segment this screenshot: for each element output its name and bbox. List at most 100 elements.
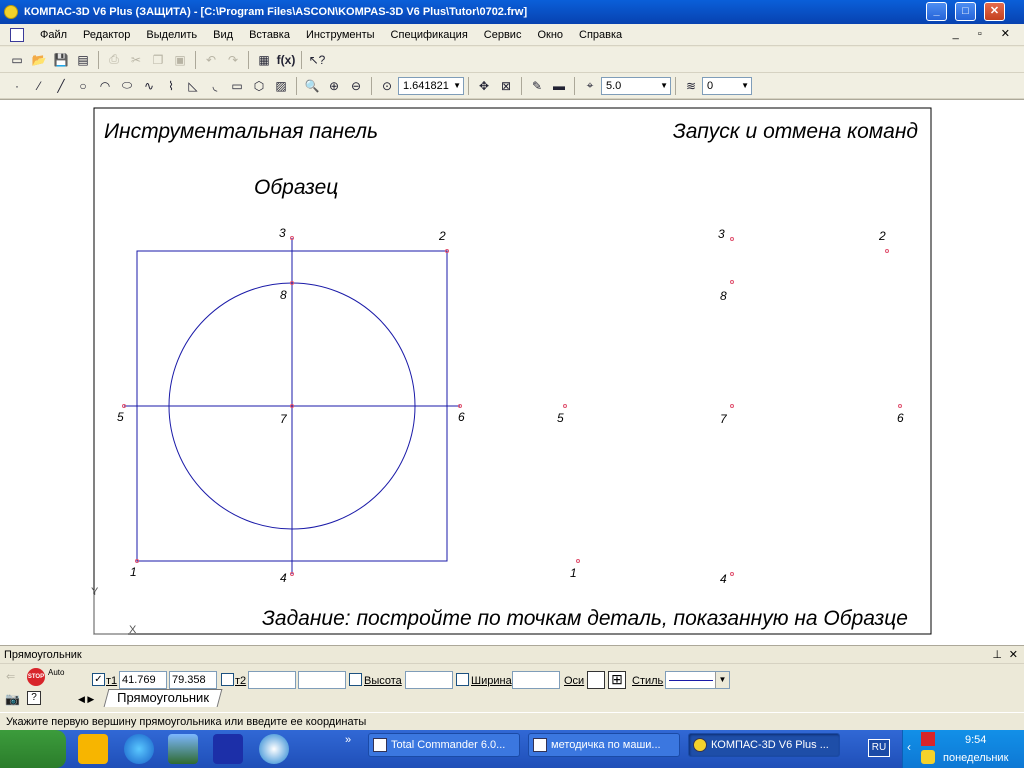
camera-icon[interactable]: 📷 — [5, 692, 20, 706]
variables-icon[interactable]: ▦ — [254, 50, 274, 70]
menu-file[interactable]: Файл — [32, 29, 75, 41]
auto-icon[interactable]: Auto — [48, 668, 68, 677]
tab-scroll-arrows[interactable]: ◀ ▶ — [78, 694, 94, 705]
drawing-canvas[interactable]: Инструментальная панель Запуск и отмена … — [0, 99, 1024, 646]
height-checkbox[interactable] — [349, 673, 362, 686]
menu-select[interactable]: Выделить — [138, 29, 205, 41]
menu-view[interactable]: Вид — [205, 29, 241, 41]
new-icon[interactable]: ▭ — [7, 50, 27, 70]
line-icon[interactable]: ⁄ — [29, 76, 49, 96]
maximize-button[interactable]: □ — [955, 2, 976, 21]
t2-x-input[interactable] — [248, 671, 296, 689]
pan-icon[interactable]: ✥ — [474, 76, 494, 96]
hatch-icon[interactable]: ▨ — [271, 76, 291, 96]
polygon-icon[interactable]: ⬡ — [249, 76, 269, 96]
save-disk-icon[interactable] — [213, 734, 243, 764]
axes-on-button[interactable]: ⊞ — [608, 671, 626, 689]
segment-icon[interactable]: ╱ — [51, 76, 71, 96]
properties-icon[interactable]: ✎ — [527, 76, 547, 96]
menu-service[interactable]: Сервис — [476, 29, 530, 41]
paste-icon[interactable]: ▣ — [170, 50, 190, 70]
pin-icon[interactable]: ⊥ — [992, 646, 1002, 664]
circle-icon[interactable]: ○ — [73, 76, 93, 96]
step-combo[interactable]: 5.0 ▼ — [601, 76, 671, 95]
t1-checkbox[interactable]: ✓ — [92, 673, 105, 686]
close-button[interactable]: ✕ — [984, 2, 1005, 21]
t2-y-input[interactable] — [298, 671, 346, 689]
zoom-scale-icon[interactable]: ⊙ — [377, 76, 397, 96]
axes-off-button[interactable] — [587, 671, 605, 689]
tray-expand-icon[interactable]: ‹ — [907, 740, 911, 754]
point-icon[interactable]: · — [7, 76, 27, 96]
target-point-marker[interactable] — [730, 280, 734, 284]
panel-close-icon[interactable]: ✕ — [1009, 646, 1018, 664]
internet-explorer-icon[interactable] — [124, 734, 154, 764]
menu-help[interactable]: Справка — [571, 29, 630, 41]
save-icon[interactable]: 💾 — [51, 50, 71, 70]
arc-icon[interactable]: ◠ — [95, 76, 115, 96]
language-indicator[interactable]: RU — [868, 739, 890, 757]
width-checkbox[interactable] — [456, 673, 469, 686]
quicklaunch-flash-icon[interactable] — [78, 734, 108, 764]
layer-combo[interactable]: 0 ▼ — [702, 76, 752, 95]
zoom-in-icon[interactable]: ⊕ — [324, 76, 344, 96]
zoom-combo[interactable]: 1.641821 ▼ — [398, 76, 464, 95]
desktop-icon[interactable] — [168, 734, 198, 764]
step-icon[interactable]: ⌖ — [580, 76, 600, 96]
more-quicklaunch-icon[interactable]: » — [345, 734, 351, 746]
document-icon[interactable] — [10, 27, 24, 42]
copy-icon[interactable]: ❐ — [148, 50, 168, 70]
tab-rectangle[interactable]: Прямоугольник — [103, 689, 223, 707]
t2-checkbox[interactable] — [221, 673, 234, 686]
help-pointer-icon[interactable]: ↖? — [307, 50, 327, 70]
width-input[interactable] — [512, 671, 560, 689]
target-point-marker[interactable] — [730, 237, 734, 241]
t1-y-input[interactable]: 79.358 — [169, 671, 217, 689]
menu-insert[interactable]: Вставка — [241, 29, 298, 41]
clock-time[interactable]: 9:54 — [965, 734, 986, 746]
back-arrow-icon[interactable]: ⇐ — [6, 670, 15, 683]
style-dropdown-arrow[interactable]: ▼ — [715, 672, 729, 688]
ellipse-icon[interactable]: ⬭ — [117, 76, 137, 96]
print-preview-icon[interactable]: ▤ — [73, 50, 93, 70]
network-icon[interactable] — [259, 734, 289, 764]
menu-tools[interactable]: Инструменты — [298, 29, 383, 41]
help-icon[interactable]: ? — [27, 691, 41, 705]
undo-icon[interactable]: ↶ — [201, 50, 221, 70]
target-point-marker[interactable] — [730, 404, 734, 408]
task-total-commander[interactable]: Total Commander 6.0... — [368, 733, 520, 757]
target-point-marker[interactable] — [898, 404, 902, 408]
zoom-out-icon[interactable]: ⊖ — [346, 76, 366, 96]
chamfer-icon[interactable]: ◺ — [183, 76, 203, 96]
doc-window-controls[interactable]: _ ▫ ✕ — [953, 27, 1018, 40]
height-input[interactable] — [405, 671, 453, 689]
style-combo[interactable]: ▼ — [665, 671, 730, 689]
rectangle-icon[interactable]: ▭ — [227, 76, 247, 96]
panel-icon[interactable]: ▬ — [549, 76, 569, 96]
print-icon[interactable]: ⎙ — [104, 50, 124, 70]
antivirus-icon[interactable] — [921, 732, 935, 746]
fillet-icon[interactable]: ◟ — [205, 76, 225, 96]
spline-icon[interactable]: ∿ — [139, 76, 159, 96]
stop-icon[interactable]: STOP — [27, 668, 45, 686]
target-point-marker[interactable] — [730, 572, 734, 576]
redo-icon[interactable]: ↷ — [223, 50, 243, 70]
target-point-marker[interactable] — [885, 249, 889, 253]
menu-specification[interactable]: Спецификация — [383, 29, 476, 41]
drawing-svg[interactable]: Инструментальная панель Запуск и отмена … — [0, 100, 1024, 647]
function-icon[interactable]: f(x) — [276, 50, 296, 70]
target-point-marker[interactable] — [576, 559, 580, 563]
layer-icon[interactable]: ≋ — [681, 76, 701, 96]
menu-window[interactable]: Окно — [529, 29, 571, 41]
cut-icon[interactable]: ✂ — [126, 50, 146, 70]
start-button[interactable] — [0, 730, 66, 768]
show-all-icon[interactable]: ⊠ — [496, 76, 516, 96]
task-kompas[interactable]: КОМПАС-3D V6 Plus ... — [688, 733, 840, 757]
task-word-document[interactable]: методичка по маши... — [528, 733, 680, 757]
target-point-marker[interactable] — [563, 404, 567, 408]
tray-app-icon[interactable] — [921, 750, 935, 764]
zoom-icon[interactable]: 🔍 — [302, 76, 322, 96]
polyline-icon[interactable]: ⌇ — [161, 76, 181, 96]
open-icon[interactable]: 📂 — [29, 50, 49, 70]
t1-x-input[interactable]: 41.769 — [119, 671, 167, 689]
